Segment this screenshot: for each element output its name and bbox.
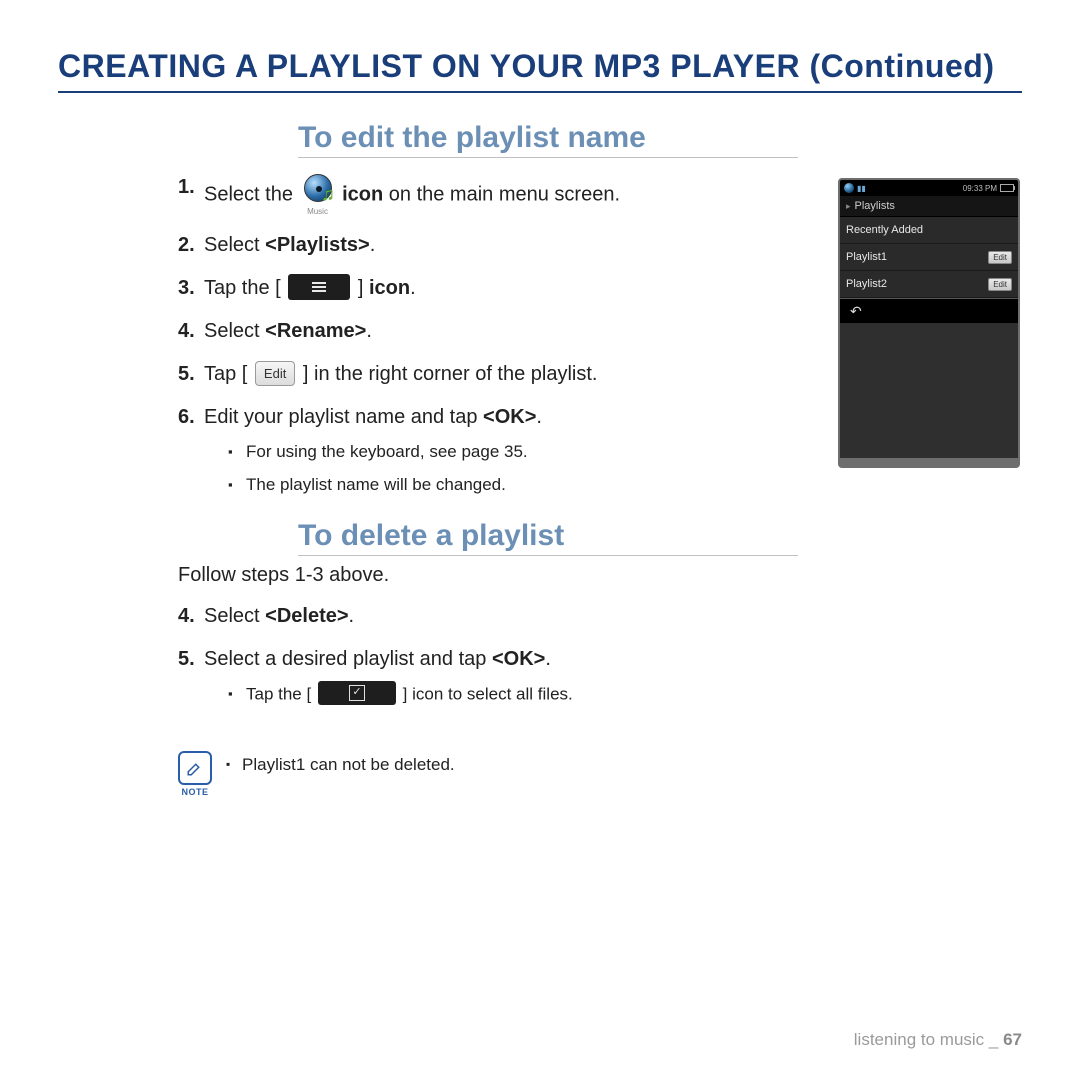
device-row-playlist1: Playlist1 Edit <box>840 244 1018 271</box>
step-4-text-a: Select <box>204 320 265 342</box>
device-row-1-name: Playlist1 <box>846 251 887 263</box>
device-row-0-name: Recently Added <box>846 224 923 236</box>
device-row-2-edit-button: Edit <box>988 278 1012 291</box>
select-all-checkbox-icon: ✓ <box>318 681 396 705</box>
pencil-note-icon <box>186 759 204 777</box>
step-5-text-b: ] in the right corner of the playlist. <box>303 363 598 385</box>
step-2-text-a: Select <box>204 234 265 256</box>
edit-button-icon: Edit <box>255 361 295 387</box>
note-label: NOTE <box>178 787 212 797</box>
device-header-title: Playlists <box>855 200 895 212</box>
step-6-sub-1: For using the keyboard, see page 35. <box>228 441 698 464</box>
step-6: Edit your playlist name and tap <OK>. Fo… <box>178 404 698 497</box>
device-header: ▸ Playlists <box>840 196 1018 217</box>
delete-sub-b: ] icon to select all files. <box>403 684 573 703</box>
device-row-1-edit-button: Edit <box>988 251 1012 264</box>
step-2-text-c: . <box>370 234 376 256</box>
step-3-text-b: ] <box>358 277 369 299</box>
hamburger-menu-icon <box>288 274 350 300</box>
step-5-text-a: Tap [ <box>204 363 253 385</box>
footer-sep: _ <box>984 1030 1003 1049</box>
step-1: Select the Music icon on the main menu s… <box>178 174 698 216</box>
device-time: 09:33 PM <box>963 184 997 193</box>
step-4: Select <Rename>. <box>178 318 698 345</box>
step-4-text-b: <Rename> <box>265 320 366 342</box>
battery-icon <box>1000 184 1014 192</box>
footer-page-number: 67 <box>1003 1030 1022 1049</box>
delete-sub-a: Tap the [ <box>246 684 316 703</box>
device-statusbar: ▮▮ 09:33 PM <box>840 180 1018 196</box>
step-3-text-d: . <box>410 277 416 299</box>
step-1-text-c: on the main menu screen. <box>383 183 620 205</box>
delete-step-4-b: <Delete> <box>265 605 348 627</box>
back-icon: ↶ <box>850 303 862 320</box>
step-1-text-a: Select the <box>204 183 299 205</box>
step-4-text-c: . <box>366 320 372 342</box>
device-bottom-bar: ↶ <box>840 298 1018 323</box>
delete-step-5-a: Select a desired playlist and tap <box>204 648 492 670</box>
music-disc-icon <box>844 183 854 193</box>
delete-step-4: Select <Delete>. <box>178 603 1022 630</box>
device-row-recently-added: Recently Added <box>840 217 1018 244</box>
page-footer: listening to music _ 67 <box>854 1030 1022 1050</box>
breadcrumb-arrow-icon: ▸ <box>846 201 851 212</box>
delete-step-5-b: <OK> <box>492 648 545 670</box>
footer-section: listening to music <box>854 1030 984 1049</box>
page-title: CREATING A PLAYLIST ON YOUR MP3 PLAYER (… <box>58 48 1022 93</box>
delete-step-5-sub: Tap the [ ✓ ] icon to select all files. <box>228 683 1022 707</box>
music-icon: Music <box>301 174 335 216</box>
music-icon-label: Music <box>301 207 335 218</box>
step-6-text-b: <OK> <box>483 406 536 428</box>
follow-steps-text: Follow steps 1-3 above. <box>178 564 1022 587</box>
delete-step-5-c: . <box>545 648 551 670</box>
pause-icon: ▮▮ <box>857 184 866 193</box>
section-heading-edit: To edit the playlist name <box>298 121 798 158</box>
step-3: Tap the [ ] icon. <box>178 275 698 302</box>
step-5: Tap [ Edit ] in the right corner of the … <box>178 361 698 388</box>
step-2: Select <Playlists>. <box>178 232 698 259</box>
delete-step-4-c: . <box>349 605 355 627</box>
delete-step-4-a: Select <box>204 605 265 627</box>
section-heading-delete: To delete a playlist <box>298 519 798 556</box>
note-text: Playlist1 can not be deleted. <box>226 755 455 775</box>
step-1-text-b: icon <box>342 183 383 205</box>
step-6-sub-2: The playlist name will be changed. <box>228 474 698 497</box>
device-row-2-name: Playlist2 <box>846 278 887 290</box>
device-screenshot: ▮▮ 09:33 PM ▸ Playlists Recently Added P… <box>838 178 1020 468</box>
device-row-playlist2: Playlist2 Edit <box>840 271 1018 298</box>
delete-step-5: Select a desired playlist and tap <OK>. … <box>178 646 1022 707</box>
step-3-text-a: Tap the [ <box>204 277 286 299</box>
step-6-text-c: . <box>536 406 542 428</box>
step-2-text-b: <Playlists> <box>265 234 370 256</box>
step-3-text-c: icon <box>369 277 410 299</box>
step-6-text-a: Edit your playlist name and tap <box>204 406 483 428</box>
note-icon: NOTE <box>178 751 212 797</box>
